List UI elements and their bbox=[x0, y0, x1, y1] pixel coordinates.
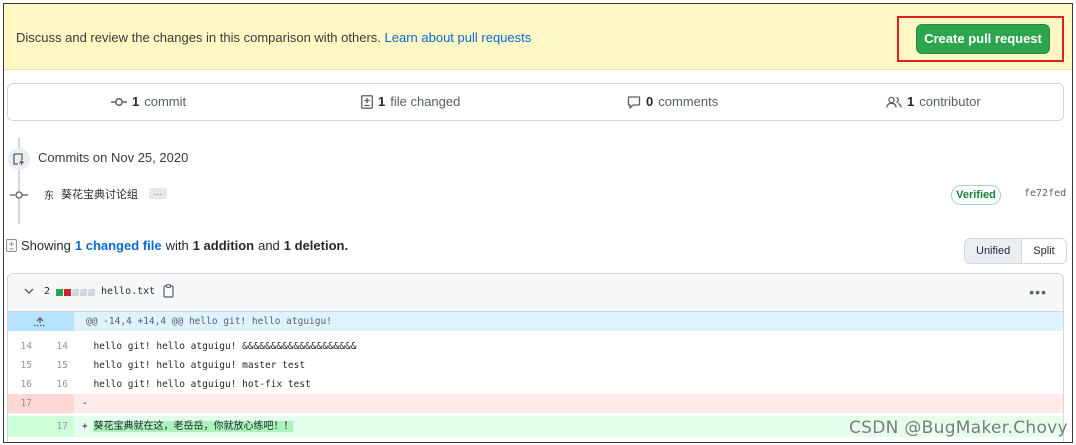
copy-icon[interactable] bbox=[163, 284, 174, 298]
diff-summary: Showing 1 changed file with 1 addition a… bbox=[6, 238, 348, 253]
file-diff-icon bbox=[361, 95, 373, 109]
files-count: 1 bbox=[378, 94, 386, 109]
contributors-count: 1 bbox=[907, 94, 915, 109]
comments-count: 0 bbox=[646, 94, 654, 109]
file-diff-icon bbox=[6, 239, 17, 252]
summary-showing: Showing bbox=[21, 238, 71, 253]
line-code: hello git! hello atguigu! master test bbox=[82, 360, 306, 371]
additions-count: 1 addition bbox=[192, 238, 255, 253]
commits-stat[interactable]: 1 commit bbox=[111, 84, 186, 120]
new-line-number[interactable]: 17 bbox=[38, 416, 68, 437]
people-icon bbox=[886, 96, 902, 108]
commit-sha[interactable]: fe72fed bbox=[1024, 188, 1066, 199]
diff-deleted-line: 17 - bbox=[8, 394, 1063, 413]
old-line-number[interactable]: 16 bbox=[8, 375, 32, 394]
commit-expand-button[interactable]: … bbox=[149, 188, 167, 199]
unified-view-button[interactable]: Unified bbox=[965, 239, 1023, 263]
comments-label: comments bbox=[658, 94, 719, 109]
repo-push-icon bbox=[8, 148, 30, 170]
comments-stat[interactable]: 0 comments bbox=[627, 84, 718, 120]
hunk-header-row: @@ -14,4 +14,4 @@ hello git! hello atgui… bbox=[8, 312, 1063, 331]
watermark: CSDN @BugMaker.Chovy bbox=[849, 418, 1068, 438]
diff-view-toggle: Unified Split bbox=[964, 238, 1067, 264]
compare-stats-bar: 1 commit 1 file changed 0 comments 1 con… bbox=[7, 83, 1064, 121]
diffstat-neutral-block bbox=[72, 289, 79, 296]
deletions-count: 1 deletion. bbox=[283, 238, 349, 253]
diff-context-line: 14 14 hello git! hello atguigu! &&&&&&&&… bbox=[8, 337, 1063, 356]
new-line-number[interactable]: 16 bbox=[38, 375, 68, 394]
compare-banner: Discuss and review the changes in this c… bbox=[4, 4, 1072, 70]
learn-pull-requests-link[interactable]: Learn about pull requests bbox=[385, 30, 532, 45]
deleted-code: - bbox=[82, 398, 88, 409]
files-stat[interactable]: 1 file changed bbox=[361, 84, 460, 120]
added-prefix: + bbox=[82, 421, 94, 432]
commits-count: 1 bbox=[132, 94, 140, 109]
verified-badge[interactable]: Verified bbox=[951, 185, 1001, 205]
commits-label: commit bbox=[144, 94, 187, 109]
kebab-menu-icon[interactable]: ••• bbox=[1029, 284, 1047, 300]
commit-message[interactable]: 葵花宝典讨论组 bbox=[61, 186, 138, 202]
diffstat-neutral-block bbox=[80, 289, 87, 296]
split-view-button[interactable]: Split bbox=[1022, 239, 1065, 263]
diffstat-bar bbox=[56, 289, 95, 296]
files-label: file changed bbox=[390, 94, 461, 109]
summary-and: and bbox=[258, 238, 280, 253]
added-text: 葵花宝典就在这，老岳岳，你就放心练吧！！ bbox=[93, 421, 294, 432]
line-code: hello git! hello atguigu! hot-fix test bbox=[82, 379, 311, 390]
diff-context-line: 15 15 hello git! hello atguigu! master t… bbox=[8, 356, 1063, 375]
banner-text: Discuss and review the changes in this c… bbox=[16, 30, 531, 45]
commit-author[interactable]: 东 bbox=[44, 187, 54, 202]
new-line-number[interactable]: 15 bbox=[38, 356, 68, 375]
banner-message: Discuss and review the changes in this c… bbox=[16, 30, 381, 45]
changed-files-link[interactable]: 1 changed file bbox=[75, 238, 162, 253]
hunk-header-text: @@ -14,4 +14,4 @@ hello git! hello atgui… bbox=[86, 316, 332, 327]
old-line-number[interactable]: 14 bbox=[8, 337, 32, 356]
expand-up-icon[interactable] bbox=[33, 315, 47, 327]
old-line-number[interactable]: 15 bbox=[8, 356, 32, 375]
new-line-number[interactable]: 14 bbox=[38, 337, 68, 356]
commits-date-heading: Commits on Nov 25, 2020 bbox=[38, 150, 189, 165]
file-changes-count: 2 bbox=[44, 286, 51, 297]
commit-node-icon bbox=[10, 191, 28, 199]
diffstat-neutral-block bbox=[88, 289, 95, 296]
commit-icon bbox=[111, 98, 127, 106]
contributors-stat[interactable]: 1 contributor bbox=[886, 84, 981, 120]
added-code: + 葵花宝典就在这，老岳岳，你就放心练吧！！ bbox=[82, 416, 294, 437]
file-header: 2 hello.txt ••• bbox=[8, 274, 1063, 312]
create-pull-request-button[interactable]: Create pull request bbox=[916, 24, 1050, 54]
file-name-link[interactable]: hello.txt bbox=[101, 286, 155, 297]
old-line-number[interactable]: 17 bbox=[8, 394, 32, 413]
chevron-down-icon[interactable] bbox=[24, 287, 34, 295]
comment-icon bbox=[627, 95, 641, 109]
compare-page: Discuss and review the changes in this c… bbox=[3, 3, 1073, 443]
diffstat-del-block bbox=[64, 289, 71, 296]
summary-with: with bbox=[165, 238, 189, 253]
diffstat-add-block bbox=[56, 289, 63, 296]
line-code: hello git! hello atguigu! &&&&&&&&&&&&&&… bbox=[82, 341, 357, 352]
diff-context-line: 16 16 hello git! hello atguigu! hot-fix … bbox=[8, 375, 1063, 394]
contributors-label: contributor bbox=[919, 94, 981, 109]
